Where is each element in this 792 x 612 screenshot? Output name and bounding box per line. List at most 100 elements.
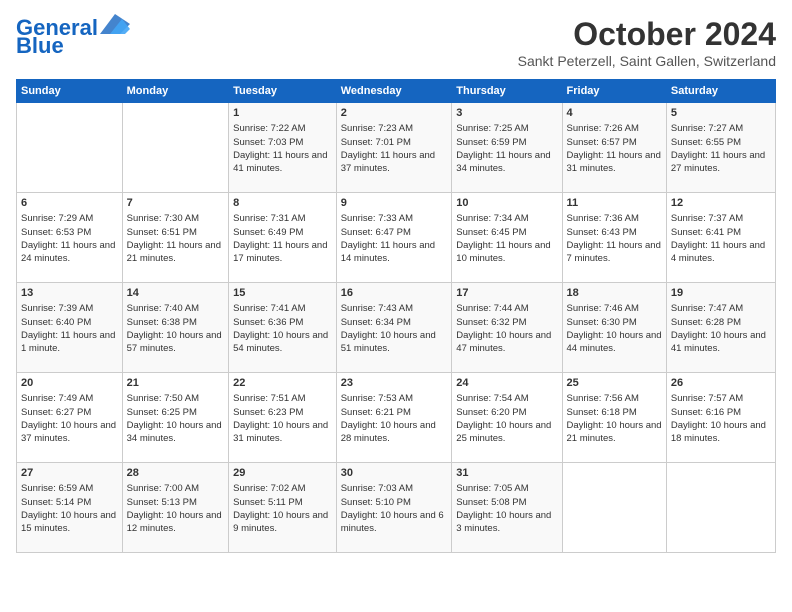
cell-info-line: Daylight: 10 hours and 12 minutes. (127, 509, 225, 536)
cell-info-line: Sunrise: 7:29 AM (21, 212, 118, 225)
calendar-cell: 9Sunrise: 7:33 AMSunset: 6:47 PMDaylight… (336, 193, 452, 283)
cell-info-line: Daylight: 10 hours and 18 minutes. (671, 419, 771, 446)
day-number: 15 (233, 286, 332, 301)
cell-info-line: Sunset: 6:45 PM (456, 226, 557, 239)
cell-info-line: Daylight: 11 hours and 21 minutes. (127, 239, 225, 266)
cell-info-line: Sunset: 6:41 PM (671, 226, 771, 239)
cell-info-line: Sunset: 5:14 PM (21, 496, 118, 509)
calendar-cell: 8Sunrise: 7:31 AMSunset: 6:49 PMDaylight… (229, 193, 337, 283)
cell-info-line: Sunset: 6:30 PM (567, 316, 662, 329)
day-number: 25 (567, 376, 662, 391)
cell-info-line: Sunset: 6:51 PM (127, 226, 225, 239)
cell-info-line: Daylight: 11 hours and 17 minutes. (233, 239, 332, 266)
calendar-cell: 12Sunrise: 7:37 AMSunset: 6:41 PMDayligh… (666, 193, 775, 283)
calendar-cell: 10Sunrise: 7:34 AMSunset: 6:45 PMDayligh… (452, 193, 562, 283)
cell-info-line: Sunrise: 7:49 AM (21, 392, 118, 405)
day-number: 21 (127, 376, 225, 391)
cell-info-line: Sunset: 6:20 PM (456, 406, 557, 419)
cell-info-line: Sunrise: 7:34 AM (456, 212, 557, 225)
day-number: 19 (671, 286, 771, 301)
cell-info-line: Sunrise: 7:50 AM (127, 392, 225, 405)
cell-info-line: Daylight: 10 hours and 9 minutes. (233, 509, 332, 536)
day-number: 31 (456, 466, 557, 481)
cell-info-line: Daylight: 11 hours and 7 minutes. (567, 239, 662, 266)
day-number: 10 (456, 196, 557, 211)
cell-info-line: Daylight: 11 hours and 24 minutes. (21, 239, 118, 266)
cell-info-line: Sunset: 6:25 PM (127, 406, 225, 419)
cell-info-line: Daylight: 10 hours and 31 minutes. (233, 419, 332, 446)
cell-info-line: Daylight: 10 hours and 25 minutes. (456, 419, 557, 446)
cell-info-line: Sunrise: 7:53 AM (341, 392, 448, 405)
cell-info-line: Sunset: 6:49 PM (233, 226, 332, 239)
logo-icon (100, 14, 130, 34)
cell-info-line: Sunrise: 7:00 AM (127, 482, 225, 495)
day-number: 5 (671, 106, 771, 121)
calendar-week-row: 1Sunrise: 7:22 AMSunset: 7:03 PMDaylight… (17, 103, 776, 193)
day-number: 3 (456, 106, 557, 121)
cell-info-line: Sunrise: 7:23 AM (341, 122, 448, 135)
weekday-header: Monday (122, 80, 229, 103)
cell-info-line: Daylight: 11 hours and 14 minutes. (341, 239, 448, 266)
calendar-cell: 23Sunrise: 7:53 AMSunset: 6:21 PMDayligh… (336, 373, 452, 463)
cell-info-line: Sunrise: 7:02 AM (233, 482, 332, 495)
cell-info-line: Sunrise: 7:26 AM (567, 122, 662, 135)
cell-info-line: Daylight: 11 hours and 27 minutes. (671, 149, 771, 176)
cell-info-line: Sunrise: 7:03 AM (341, 482, 448, 495)
calendar-cell: 17Sunrise: 7:44 AMSunset: 6:32 PMDayligh… (452, 283, 562, 373)
day-number: 9 (341, 196, 448, 211)
month-title: October 2024 (518, 16, 776, 53)
cell-info-line: Sunset: 6:36 PM (233, 316, 332, 329)
cell-info-line: Daylight: 11 hours and 1 minute. (21, 329, 118, 356)
calendar-cell: 30Sunrise: 7:03 AMSunset: 5:10 PMDayligh… (336, 463, 452, 553)
weekday-header: Sunday (17, 80, 123, 103)
cell-info-line: Sunrise: 7:43 AM (341, 302, 448, 315)
calendar-cell: 19Sunrise: 7:47 AMSunset: 6:28 PMDayligh… (666, 283, 775, 373)
cell-info-line: Sunrise: 7:46 AM (567, 302, 662, 315)
calendar-cell: 7Sunrise: 7:30 AMSunset: 6:51 PMDaylight… (122, 193, 229, 283)
cell-info-line: Sunset: 7:01 PM (341, 136, 448, 149)
calendar-cell: 1Sunrise: 7:22 AMSunset: 7:03 PMDaylight… (229, 103, 337, 193)
cell-info-line: Daylight: 10 hours and 21 minutes. (567, 419, 662, 446)
cell-info-line: Sunrise: 7:30 AM (127, 212, 225, 225)
cell-info-line: Sunset: 6:32 PM (456, 316, 557, 329)
day-number: 6 (21, 196, 118, 211)
day-number: 7 (127, 196, 225, 211)
cell-info-line: Sunset: 6:21 PM (341, 406, 448, 419)
calendar-cell: 16Sunrise: 7:43 AMSunset: 6:34 PMDayligh… (336, 283, 452, 373)
cell-info-line: Daylight: 10 hours and 37 minutes. (21, 419, 118, 446)
calendar-cell: 26Sunrise: 7:57 AMSunset: 6:16 PMDayligh… (666, 373, 775, 463)
weekday-header: Friday (562, 80, 666, 103)
cell-info-line: Sunrise: 7:22 AM (233, 122, 332, 135)
day-number: 20 (21, 376, 118, 391)
calendar-cell: 18Sunrise: 7:46 AMSunset: 6:30 PMDayligh… (562, 283, 666, 373)
calendar-cell: 5Sunrise: 7:27 AMSunset: 6:55 PMDaylight… (666, 103, 775, 193)
calendar-cell (562, 463, 666, 553)
cell-info-line: Sunrise: 7:51 AM (233, 392, 332, 405)
title-block: October 2024 Sankt Peterzell, Saint Gall… (518, 16, 776, 69)
calendar-cell: 4Sunrise: 7:26 AMSunset: 6:57 PMDaylight… (562, 103, 666, 193)
calendar-cell: 24Sunrise: 7:54 AMSunset: 6:20 PMDayligh… (452, 373, 562, 463)
cell-info-line: Sunset: 5:08 PM (456, 496, 557, 509)
calendar-cell: 22Sunrise: 7:51 AMSunset: 6:23 PMDayligh… (229, 373, 337, 463)
calendar-cell (666, 463, 775, 553)
cell-info-line: Sunrise: 7:25 AM (456, 122, 557, 135)
calendar-cell: 6Sunrise: 7:29 AMSunset: 6:53 PMDaylight… (17, 193, 123, 283)
cell-info-line: Sunset: 6:47 PM (341, 226, 448, 239)
cell-info-line: Daylight: 10 hours and 3 minutes. (456, 509, 557, 536)
logo-blue-text: Blue (16, 34, 64, 58)
weekday-header: Tuesday (229, 80, 337, 103)
day-number: 2 (341, 106, 448, 121)
cell-info-line: Sunset: 6:43 PM (567, 226, 662, 239)
calendar-cell: 13Sunrise: 7:39 AMSunset: 6:40 PMDayligh… (17, 283, 123, 373)
cell-info-line: Daylight: 10 hours and 15 minutes. (21, 509, 118, 536)
calendar-cell: 31Sunrise: 7:05 AMSunset: 5:08 PMDayligh… (452, 463, 562, 553)
cell-info-line: Sunrise: 7:33 AM (341, 212, 448, 225)
cell-info-line: Daylight: 10 hours and 57 minutes. (127, 329, 225, 356)
cell-info-line: Sunset: 6:34 PM (341, 316, 448, 329)
cell-info-line: Daylight: 10 hours and 34 minutes. (127, 419, 225, 446)
cell-info-line: Daylight: 11 hours and 10 minutes. (456, 239, 557, 266)
cell-info-line: Sunrise: 7:31 AM (233, 212, 332, 225)
cell-info-line: Daylight: 10 hours and 6 minutes. (341, 509, 448, 536)
cell-info-line: Daylight: 10 hours and 28 minutes. (341, 419, 448, 446)
calendar-cell: 27Sunrise: 6:59 AMSunset: 5:14 PMDayligh… (17, 463, 123, 553)
